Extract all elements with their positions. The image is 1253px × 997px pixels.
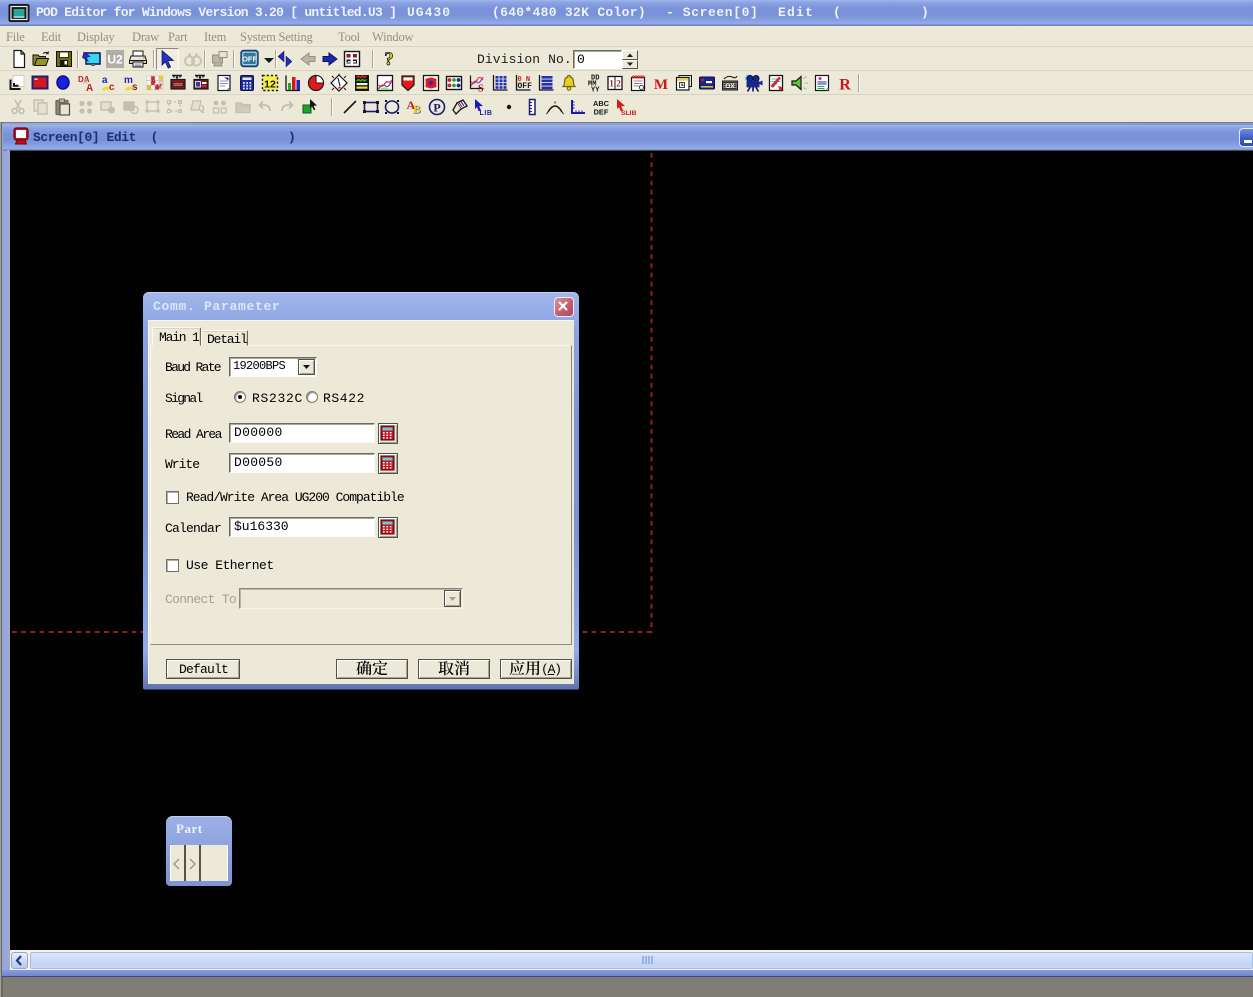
svg-text:?: ? [384,49,394,68]
svg-text:12: 12 [264,79,276,91]
svg-text:2: 2 [616,79,621,89]
svg-text:S: S [478,84,484,94]
svg-text:LIB: LIB [480,110,493,117]
svg-text:DEF: DEF [594,108,609,117]
svg-text:B: B [413,102,421,116]
svg-text:P: P [433,101,440,115]
svg-text:1: 1 [609,79,614,89]
svg-text:OX: OX [725,83,735,90]
svg-text:YY: YY [591,87,600,94]
svg-text:U2: U2 [107,53,123,67]
svg-text:c: c [109,82,115,93]
svg-text:a: a [102,75,108,86]
svg-text:SLIB: SLIB [621,110,636,117]
svg-text:M: M [654,77,668,93]
svg-text:s: s [132,82,138,93]
svg-text:OFF: OFF [242,55,257,64]
svg-text:M: M [156,84,162,91]
svg-text:OFF: OFF [518,82,533,91]
svg-text:R: R [839,77,851,94]
svg-text:A: A [86,83,93,93]
